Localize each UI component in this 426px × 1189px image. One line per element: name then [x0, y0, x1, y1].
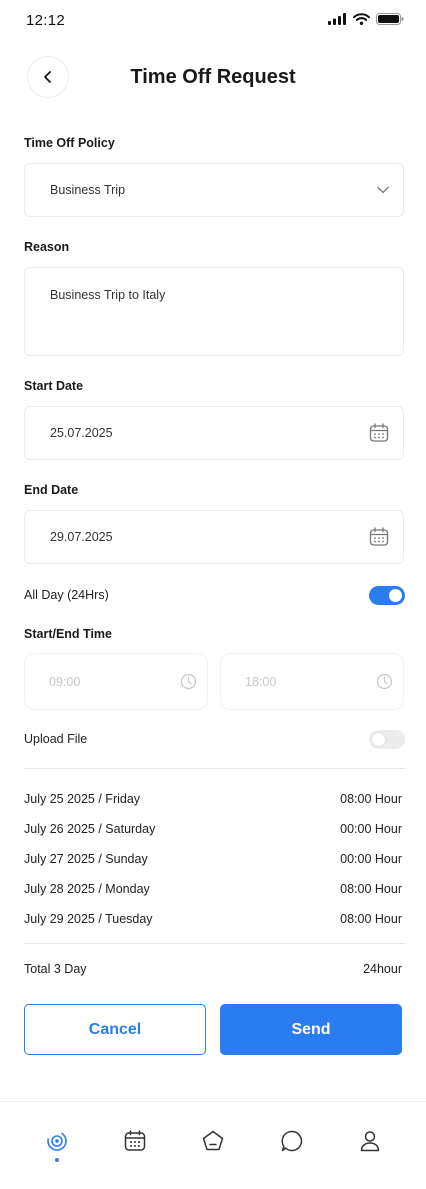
day-date: July 27 2025 / Sunday: [24, 852, 148, 866]
start-date-field[interactable]: 25.07.2025: [24, 406, 404, 460]
day-hours: 08:00 Hour: [340, 882, 402, 896]
calendar-icon[interactable]: [369, 423, 389, 443]
upload-label: Upload File: [24, 732, 88, 746]
reason-label: Reason: [24, 240, 70, 254]
day-hours: 00:00 Hour: [340, 852, 402, 866]
start-date-value: 25.07.2025: [50, 426, 113, 440]
start-date-label: Start Date: [24, 379, 84, 393]
day-date: July 29 2025 / Tuesday: [24, 912, 153, 926]
policy-value: Business Trip: [50, 183, 126, 197]
send-button[interactable]: Send: [220, 1004, 402, 1055]
day-row: July 26 2025 / Saturday 00:00 Hour: [24, 822, 402, 842]
cancel-button[interactable]: Cancel: [24, 1004, 206, 1055]
header: Time Off Request: [0, 56, 426, 100]
end-time-field[interactable]: 18:00: [220, 653, 404, 710]
battery-icon: [376, 13, 404, 25]
chat-icon[interactable]: [279, 1128, 305, 1154]
chevron-down-icon: [377, 186, 389, 194]
status-bar: 12:12: [0, 0, 426, 44]
all-day-toggle[interactable]: [369, 586, 405, 605]
active-indicator: [55, 1158, 59, 1162]
page-title: Time Off Request: [130, 66, 296, 88]
end-date-field[interactable]: 29.07.2025: [24, 510, 404, 564]
day-date: July 28 2025 / Monday: [24, 882, 150, 896]
time-label: Start/End Time: [24, 627, 112, 641]
day-row: July 27 2025 / Sunday 00:00 Hour: [24, 852, 402, 872]
clock-icon: [376, 673, 393, 690]
day-hours: 08:00 Hour: [340, 792, 402, 806]
day-hours: 00:00 Hour: [340, 822, 402, 836]
wifi-icon: [353, 13, 370, 25]
day-row: July 28 2025 / Monday 08:00 Hour: [24, 882, 402, 902]
end-date-label: End Date: [24, 483, 79, 497]
status-icons: [328, 13, 404, 25]
day-hours: 08:00 Hour: [340, 912, 402, 926]
home-icon[interactable]: [44, 1128, 70, 1154]
divider: [24, 943, 405, 944]
upload-toggle[interactable]: [369, 730, 405, 749]
calendar-icon[interactable]: [369, 527, 389, 547]
clock-icon: [180, 673, 197, 690]
total-label: Total 3 Day: [24, 962, 87, 976]
policy-select[interactable]: Business Trip: [24, 163, 404, 217]
end-date-value: 29.07.2025: [50, 530, 113, 544]
calendar-icon[interactable]: [122, 1128, 148, 1154]
total-value: 24hour: [363, 962, 402, 976]
day-row: July 25 2025 / Friday 08:00 Hour: [24, 792, 402, 812]
divider: [24, 768, 405, 769]
signal-icon: [328, 13, 346, 25]
day-date: July 26 2025 / Saturday: [24, 822, 156, 836]
profile-icon[interactable]: [357, 1128, 383, 1154]
status-time: 12:12: [26, 12, 66, 29]
start-time-field[interactable]: 09:00: [24, 653, 208, 710]
toggle-knob: [372, 733, 385, 746]
start-time-value: 09:00: [49, 675, 81, 689]
all-day-label: All Day (24Hrs): [24, 588, 109, 602]
policy-label: Time Off Policy: [24, 136, 115, 150]
reason-value: Business Trip to Italy: [50, 288, 166, 302]
toggle-knob: [389, 589, 402, 602]
end-time-value: 18:00: [245, 675, 277, 689]
reason-textarea[interactable]: Business Trip to Italy: [24, 267, 404, 356]
day-date: July 25 2025 / Friday: [24, 792, 141, 806]
total-row: Total 3 Day 24hour: [24, 962, 402, 982]
day-row: July 29 2025 / Tuesday 08:00 Hour: [24, 912, 402, 932]
pentagon-icon[interactable]: [200, 1128, 226, 1154]
bottom-nav: [0, 1102, 426, 1189]
